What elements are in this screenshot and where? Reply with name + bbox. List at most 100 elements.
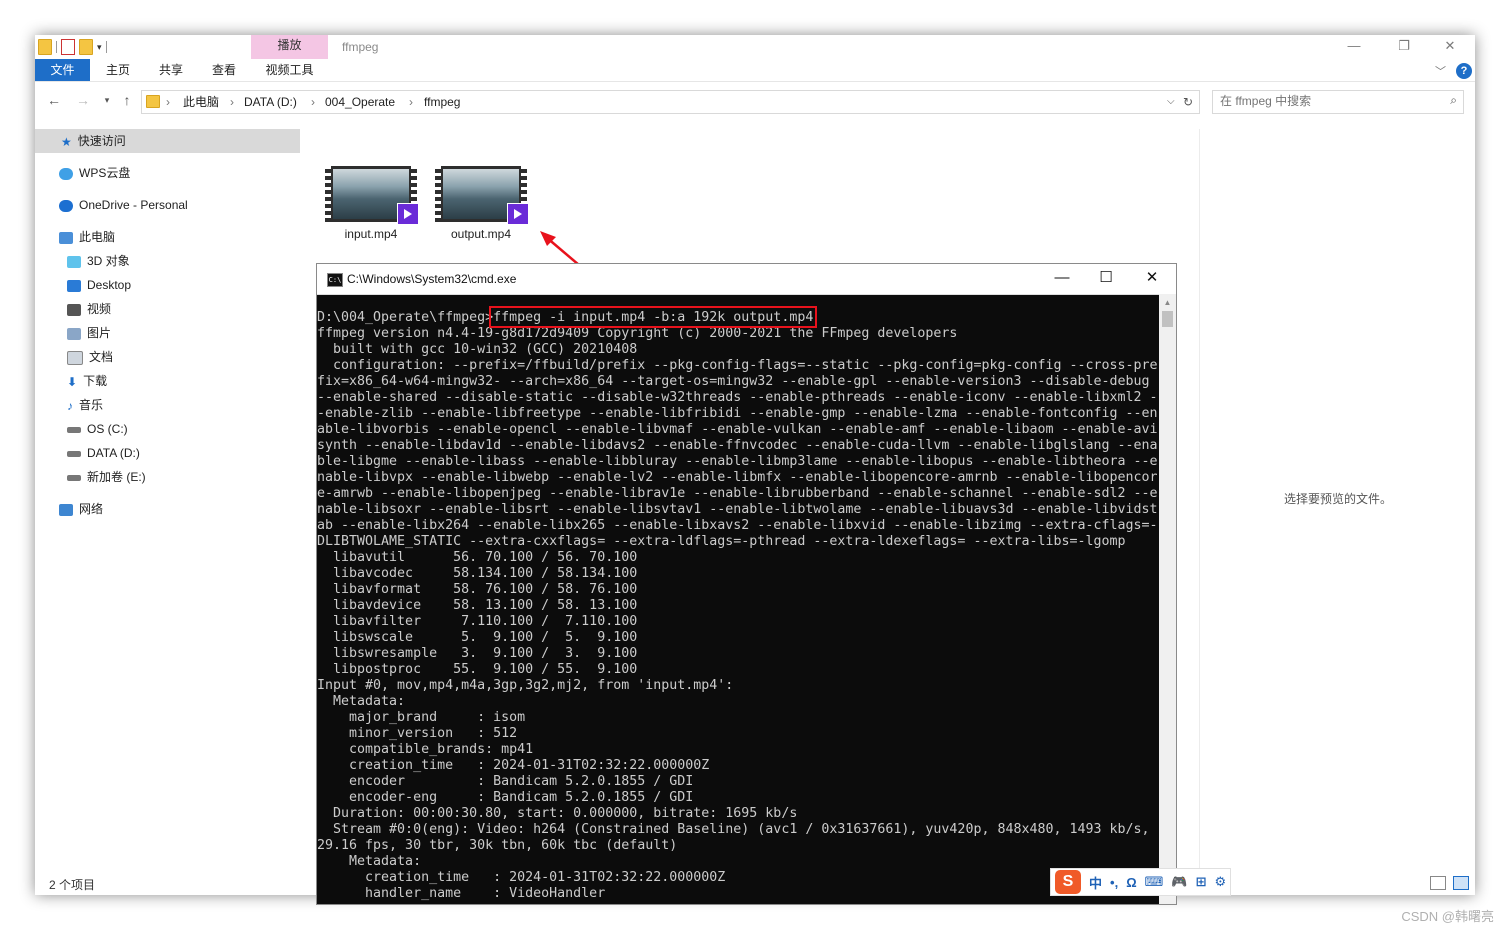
properties-icon[interactable] [61, 39, 75, 55]
address-dropdown-icon[interactable]: ⌵ [1167, 91, 1175, 113]
nav-drive-e[interactable]: 新加卷 (E:) [35, 465, 300, 489]
close-button[interactable]: ✕ [1427, 35, 1473, 59]
video-file-icon [325, 166, 419, 225]
nav-downloads[interactable]: ⬇ 下载 [35, 369, 300, 393]
music-icon: ♪ [67, 398, 73, 413]
video-file-icon [435, 166, 529, 225]
nav-onedrive[interactable]: OneDrive - Personal [35, 193, 300, 217]
ime-keyboard-icon[interactable]: ⌨ [1145, 874, 1164, 890]
crumb-ffmpeg[interactable]: ffmpeg [424, 91, 460, 113]
ime-toolbox-icon[interactable]: ⊞ [1196, 874, 1207, 890]
ime-punctuation-icon[interactable]: •, [1110, 875, 1118, 890]
preview-pane-divider [1199, 129, 1200, 869]
ime-toolbar: S 中 •, Ω ⌨ 🎮 ⊞ ⚙ [1050, 868, 1232, 896]
command-highlight-box [489, 306, 817, 328]
star-icon: ★ [61, 134, 72, 149]
address-bar[interactable]: › 此电脑 › DATA (D:) › 004_Operate › ffmpeg… [141, 90, 1200, 114]
forward-icon[interactable]: → [73, 87, 93, 113]
nav-drive-c[interactable]: OS (C:) [35, 417, 300, 441]
cmd-close-button[interactable]: ✕ [1129, 264, 1175, 294]
folder-icon [146, 95, 160, 108]
context-tab-header: 播放 [251, 35, 328, 59]
file-name: output.mp4 [450, 227, 512, 241]
tab-home[interactable]: 主页 [93, 59, 143, 81]
cmd-title: C:\Windows\System32\cmd.exe [347, 272, 517, 286]
help-icon[interactable]: ? [1456, 63, 1472, 79]
ime-chinese-mode[interactable]: 中 [1089, 873, 1102, 892]
cmd-minimize-button[interactable]: — [1039, 264, 1085, 294]
nav-desktop[interactable]: Desktop [35, 273, 300, 297]
tab-share[interactable]: 共享 [146, 59, 196, 81]
search-input[interactable] [1213, 91, 1440, 111]
folder-icon[interactable] [38, 39, 52, 55]
ime-symbols-icon[interactable]: Ω [1126, 875, 1136, 890]
search-icon[interactable]: ⌕ [1450, 93, 1457, 108]
nav-drive-d[interactable]: DATA (D:) [35, 441, 300, 465]
file-item[interactable]: output.mp4 [426, 166, 536, 241]
minimize-button[interactable]: — [1331, 35, 1377, 59]
ribbon-expand-icon[interactable]: ﹀ [1435, 63, 1446, 79]
computer-icon [59, 231, 73, 244]
onedrive-icon [59, 199, 73, 212]
crumb-this-pc[interactable]: 此电脑 [183, 91, 219, 113]
nav-quick-access[interactable]: ★ 快速访问 [35, 129, 300, 153]
cloud-icon [59, 167, 73, 180]
pictures-folder-icon [67, 327, 81, 340]
maximize-button[interactable]: ❐ [1381, 35, 1427, 59]
file-item[interactable]: input.mp4 [316, 166, 426, 241]
cmd-icon: C:\ [327, 273, 343, 287]
drive-icon [67, 474, 81, 481]
crumb-004-operate[interactable]: 004_Operate [325, 91, 395, 113]
cube-icon [67, 255, 81, 268]
tab-file[interactable]: 文件 [35, 59, 90, 81]
recent-locations-icon[interactable]: ▾ [97, 87, 117, 113]
details-view-icon[interactable] [1430, 876, 1446, 890]
qat-dropdown-icon[interactable]: ▾ [97, 42, 102, 53]
video-folder-icon [67, 303, 81, 316]
nav-music[interactable]: ♪ 音乐 [35, 393, 300, 417]
file-name: input.mp4 [344, 227, 398, 241]
crumb-data-d[interactable]: DATA (D:) [244, 91, 297, 113]
nav-pictures[interactable]: 图片 [35, 321, 300, 345]
nav-documents[interactable]: 文档 [35, 345, 300, 369]
search-box[interactable]: ⌕ [1212, 90, 1464, 114]
sogou-logo-icon[interactable]: S [1055, 870, 1081, 894]
scrollbar-thumb[interactable] [1162, 311, 1173, 327]
up-icon[interactable]: ↑ [117, 87, 137, 113]
console-scrollbar[interactable]: ▲ [1159, 294, 1176, 904]
scroll-up-icon[interactable]: ▲ [1159, 294, 1176, 311]
nav-network[interactable]: 网络 [35, 497, 300, 521]
large-icons-view-icon[interactable] [1453, 876, 1469, 890]
status-item-count: 2 个项目 [49, 878, 96, 892]
quick-access-toolbar: ▾ [38, 38, 107, 56]
tab-view[interactable]: 查看 [199, 59, 249, 81]
new-folder-icon[interactable] [79, 39, 93, 55]
cmd-title-bar: C:\ C:\Windows\System32\cmd.exe — ☐ ✕ [317, 264, 1176, 295]
nav-videos[interactable]: 视频 [35, 297, 300, 321]
refresh-icon[interactable]: ↻ [1183, 91, 1193, 113]
qat-separator [56, 41, 57, 53]
crumb-separator-icon: › [409, 95, 413, 109]
qat-separator [105, 41, 107, 53]
title-bar: ▾ 播放 ffmpeg — ❐ ✕ [35, 35, 1475, 59]
preview-pane-message: 选择要预览的文件。 [1284, 492, 1393, 506]
desktop-icon [67, 279, 81, 292]
documents-folder-icon [67, 350, 83, 365]
crumb-separator-icon: › [230, 95, 234, 109]
nav-3d-objects[interactable]: 3D 对象 [35, 249, 300, 273]
watermark: CSDN @韩曙亮 [1401, 909, 1494, 924]
tab-video-tools[interactable]: 视频工具 [251, 59, 328, 81]
crumb-separator-icon: › [311, 95, 315, 109]
nav-this-pc[interactable]: 此电脑 [35, 225, 300, 249]
download-icon: ⬇ [67, 374, 78, 389]
cmd-window: C:\ C:\Windows\System32\cmd.exe — ☐ ✕ D:… [316, 263, 1177, 905]
navigation-pane: ★ 快速访问 WPS云盘 OneDrive - Personal 此电脑 3D 对… [35, 129, 300, 869]
console-output[interactable]: D:\004_Operate\ffmpeg>ffmpeg -i input.mp… [317, 310, 1159, 902]
back-icon[interactable]: ← [44, 87, 64, 113]
drive-icon [67, 450, 81, 457]
cmd-maximize-button[interactable]: ☐ [1083, 264, 1129, 294]
ime-settings-icon[interactable]: ⚙ [1214, 874, 1226, 890]
nav-wps-cloud[interactable]: WPS云盘 [35, 161, 300, 185]
ime-game-icon[interactable]: 🎮 [1171, 874, 1187, 890]
network-icon [59, 503, 73, 516]
